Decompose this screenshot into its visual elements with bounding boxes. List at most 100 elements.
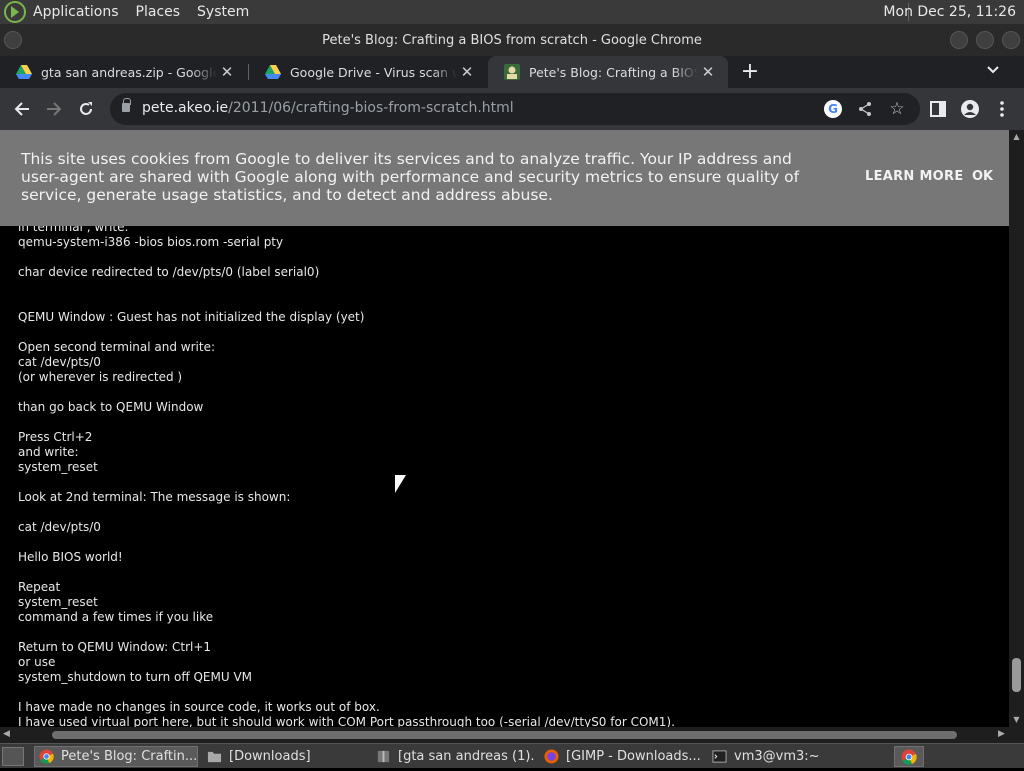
article-line: than go back to QEMU Window <box>18 400 204 414</box>
article-body: in terminal , write: qemu-system-i386 -bi… <box>18 220 675 727</box>
article-line <box>18 625 675 640</box>
learn-more-link[interactable]: LEARN MORE <box>865 169 964 184</box>
google-drive-icon <box>16 65 32 79</box>
minimize-icon[interactable] <box>950 31 968 49</box>
article-line: I have used virtual port here, but it sh… <box>18 715 675 727</box>
terminal-icon <box>712 750 727 763</box>
tab-search-chevron-icon[interactable] <box>984 62 1002 80</box>
tray-chrome-icon[interactable] <box>894 746 924 767</box>
blog-favicon <box>504 64 520 80</box>
article-line: Open second terminal and write: <box>18 340 216 354</box>
article-line: cat /dev/pts/0 <box>18 355 101 369</box>
google-lens-icon[interactable]: G <box>824 100 842 118</box>
window-titlebar[interactable]: Pete's Blog: Crafting a BIOS from scratc… <box>0 24 1024 56</box>
top-panel: Applications Places System Mon Dec 25, 1… <box>0 0 1024 24</box>
menu-applications[interactable]: Applications <box>33 4 119 20</box>
tab-label: Pete's Blog: Crafting a BIOS from scratc… <box>529 64 698 80</box>
firefox-icon <box>544 749 559 764</box>
horizontal-scrollbar[interactable]: ◀ ▶ <box>0 727 1024 743</box>
article-line: and write: <box>18 445 79 459</box>
lock-icon[interactable] <box>122 98 131 112</box>
vertical-scroll-thumb[interactable] <box>1012 658 1021 692</box>
article-line: cat /dev/pts/0 <box>18 520 101 534</box>
vertical-scrollbar[interactable]: ▲ ▼ <box>1009 130 1024 727</box>
tab-petes-blog[interactable]: Pete's Blog: Crafting a BIOS from scratc… <box>488 56 728 88</box>
tab-close-icon[interactable]: ✕ <box>698 63 718 81</box>
menu-places[interactable]: Places <box>136 4 181 20</box>
article-line <box>18 280 675 295</box>
url-text[interactable]: pete.akeo.ie/2011/06/crafting-bios-from-… <box>142 100 514 116</box>
address-bar[interactable]: pete.akeo.ie/2011/06/crafting-bios-from-… <box>110 93 920 125</box>
article-line: QEMU Window : Guest has not initialized … <box>18 310 365 324</box>
forward-button[interactable] <box>42 97 66 121</box>
article-line: Repeat <box>18 580 61 594</box>
profile-avatar-icon[interactable] <box>958 97 982 121</box>
new-tab-button[interactable]: + <box>738 60 762 84</box>
article-line: I have made no changes in source code, i… <box>18 700 380 714</box>
article-line: qemu-system-i386 -bios bios.rom -serial … <box>18 235 284 249</box>
task-label: [GIMP - Downloads... <box>566 749 701 764</box>
bookmark-star-icon[interactable]: ☆ <box>888 100 906 118</box>
tab-close-icon[interactable]: ✕ <box>217 63 237 81</box>
mouse-cursor-icon <box>395 475 406 493</box>
task-chrome[interactable]: Pete's Blog: Craftin... <box>34 746 198 767</box>
bottom-taskbar: Pete's Blog: Craftin... [Downloads] [gta… <box>0 743 1024 768</box>
back-arrow-icon <box>14 102 29 116</box>
task-label: [gta san andreas (1).... <box>398 749 536 764</box>
url-host: pete.akeo.ie <box>142 100 229 116</box>
scroll-left-icon[interactable]: ◀ <box>3 729 10 739</box>
tab-gta-zip[interactable]: gta san andreas.zip - Google Drive ✕ <box>0 56 247 88</box>
back-button[interactable] <box>10 97 34 121</box>
tab-close-icon[interactable]: ✕ <box>457 63 477 81</box>
article-line <box>18 535 675 550</box>
cookie-ok-button[interactable]: OK <box>972 169 993 184</box>
archive-icon <box>377 750 390 763</box>
task-gimp[interactable]: [GIMP - Downloads... <box>540 746 705 767</box>
article-line: (or wherever is redirected ) <box>18 370 183 384</box>
cookie-banner: This site uses cookies from Google to de… <box>0 130 1009 226</box>
article-line <box>18 325 675 340</box>
clock[interactable]: Mon Dec 25, 11:26 <box>883 4 1016 20</box>
window-menu-icon[interactable] <box>4 31 22 49</box>
article-line <box>18 505 675 520</box>
folder-icon <box>207 751 222 763</box>
tab-label: Google Drive - Virus scan warning <box>290 64 457 80</box>
tab-virus-scan[interactable]: Google Drive - Virus scan warning ✕ <box>249 56 487 88</box>
article-line <box>18 250 675 265</box>
share-icon[interactable] <box>856 100 874 118</box>
article-line: command a few times if you like <box>18 610 214 624</box>
task-archive[interactable]: [gta san andreas (1).... <box>372 746 536 767</box>
article-line <box>18 415 675 430</box>
side-panel-icon[interactable] <box>926 97 950 121</box>
tab-label: gta san andreas.zip - Google Drive <box>41 64 217 80</box>
scroll-right-icon[interactable]: ▶ <box>998 729 1005 739</box>
maximize-icon[interactable] <box>976 31 994 49</box>
scroll-up-icon[interactable]: ▲ <box>1012 132 1021 141</box>
scroll-down-icon[interactable]: ▼ <box>1012 715 1021 724</box>
article-line: Look at 2nd terminal: The message is sho… <box>18 490 291 504</box>
show-desktop-icon[interactable] <box>2 747 24 766</box>
article-line: system_shutdown to turn off QEMU VM <box>18 670 253 684</box>
menu-system[interactable]: System <box>197 4 249 20</box>
distro-logo-icon[interactable] <box>4 1 26 23</box>
task-downloads[interactable]: [Downloads] <box>203 746 368 767</box>
close-window-icon[interactable] <box>1002 31 1020 49</box>
article-line: system_reset <box>18 460 98 474</box>
article-line: or use <box>18 655 56 669</box>
article-line <box>18 295 675 310</box>
task-terminal[interactable]: vm3@vm3:~ <box>708 746 873 767</box>
reload-icon <box>80 102 92 115</box>
article-line: system_reset <box>18 595 98 609</box>
article-line <box>18 685 675 700</box>
cookie-message: This site uses cookies from Google to de… <box>21 150 800 204</box>
forward-arrow-icon <box>47 102 62 116</box>
task-label: vm3@vm3:~ <box>734 749 820 764</box>
reload-button[interactable] <box>74 97 98 121</box>
chrome-menu-icon[interactable] <box>990 97 1014 121</box>
horizontal-scroll-thumb[interactable] <box>52 731 957 739</box>
article-line <box>18 565 675 580</box>
browser-toolbar: pete.akeo.ie/2011/06/crafting-bios-from-… <box>0 88 1024 130</box>
article-line <box>18 475 675 490</box>
window-title: Pete's Blog: Crafting a BIOS from scratc… <box>322 32 702 48</box>
page-viewport[interactable]: in terminal , write: qemu-system-i386 -bi… <box>0 130 1009 727</box>
